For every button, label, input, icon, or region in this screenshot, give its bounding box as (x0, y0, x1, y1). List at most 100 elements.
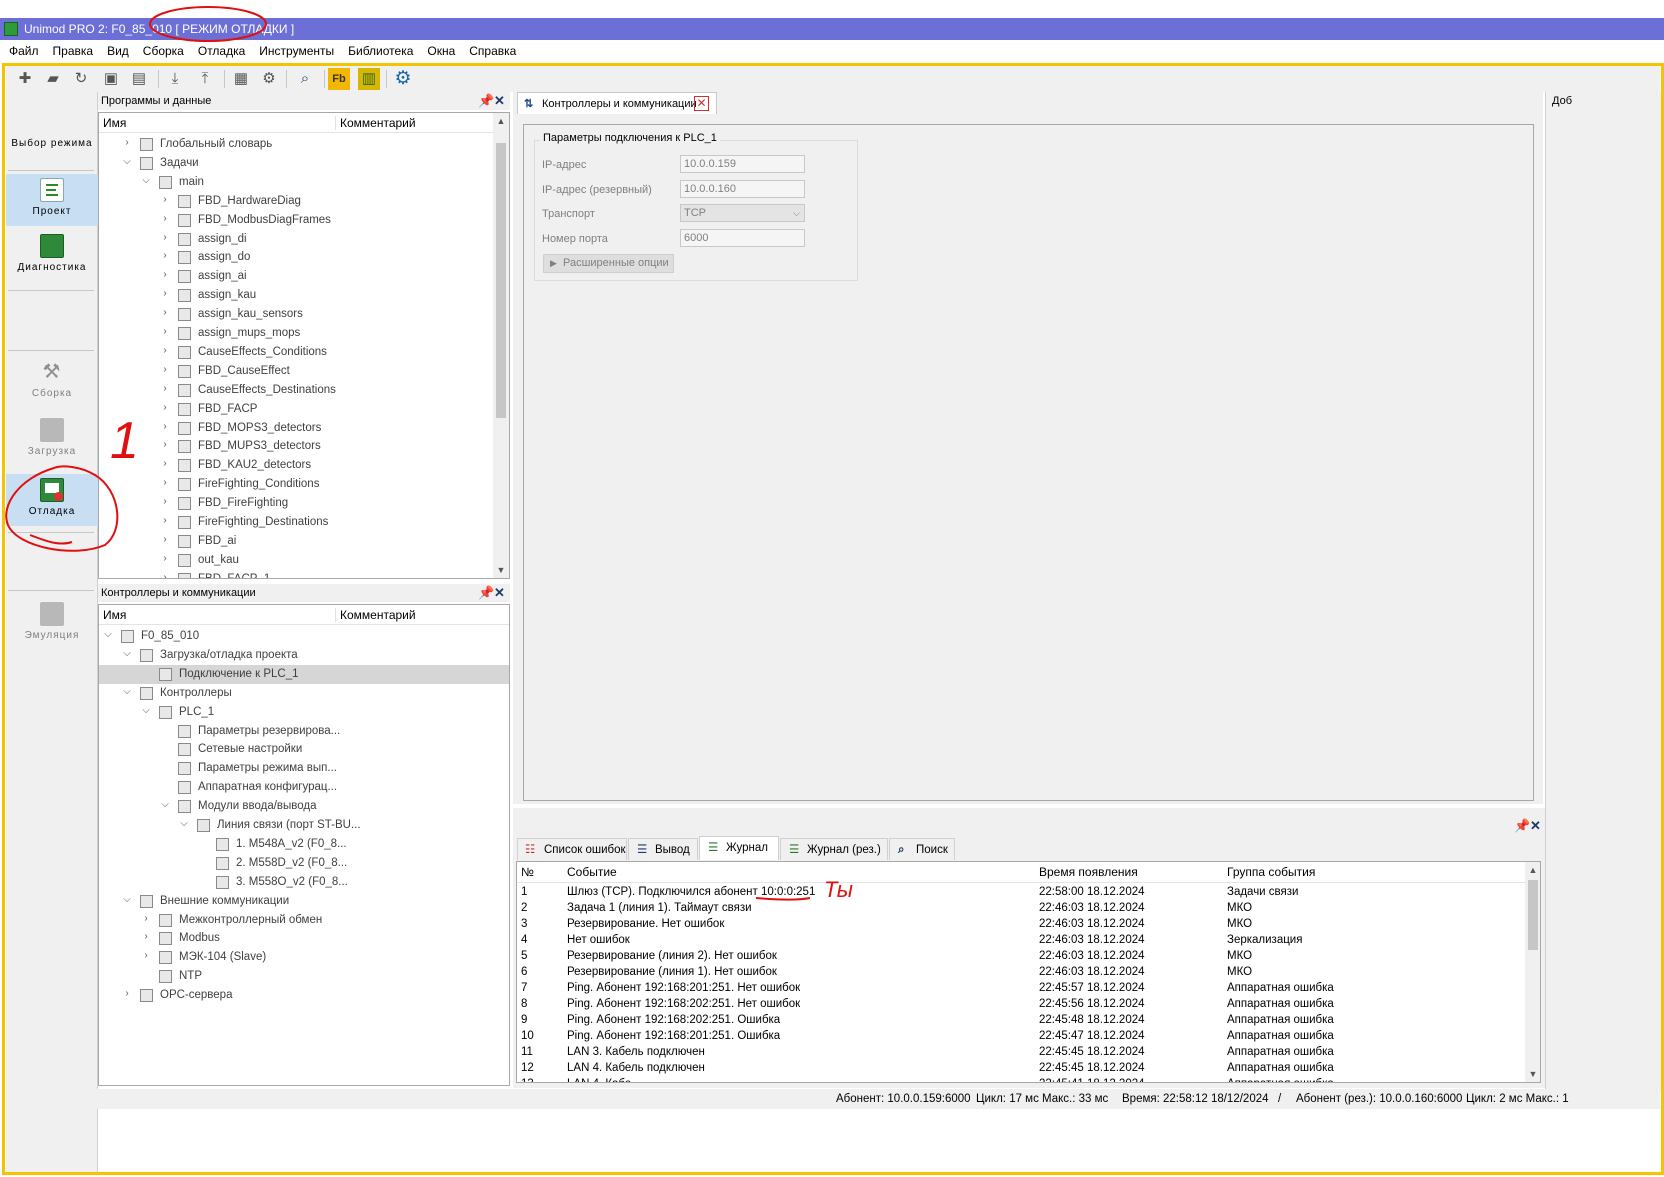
port-field[interactable]: 6000 (680, 229, 805, 247)
chevron-right-icon[interactable]: › (160, 250, 170, 261)
tree-row[interactable]: ⌵ Загрузка/отладка проекта (99, 646, 509, 665)
tab-controllers[interactable]: ⇅ Контроллеры и коммуникации ✕ (517, 92, 717, 114)
tree-row[interactable]: › assign_kau_sensors (99, 305, 509, 324)
column-comment[interactable]: Комментарий (335, 608, 416, 622)
save-all-icon[interactable]: ▤ (128, 68, 150, 90)
tree-row[interactable]: › FBD_FACP (99, 400, 509, 419)
menu-view[interactable]: Вид (100, 40, 136, 62)
chevron-right-icon[interactable]: › (160, 421, 170, 432)
chevron-down-icon[interactable]: ⌵ (122, 686, 132, 697)
library-icon[interactable]: ▥ (358, 68, 380, 90)
tree-row[interactable]: Параметры режима вып... (99, 759, 509, 778)
chevron-right-icon[interactable]: › (160, 326, 170, 337)
tab-journal-backup[interactable]: ☰ Журнал (рез.) (780, 838, 888, 860)
journal-row[interactable]: 3 Резервирование. Нет ошибок 22:46:03 18.1… (517, 916, 1527, 932)
chevron-down-icon[interactable]: ⌵ (122, 156, 132, 167)
menu-debug[interactable]: Отладка (191, 40, 252, 62)
advanced-options-button[interactable]: ▶ Расширенные опции (543, 254, 674, 273)
tree-row[interactable]: 3. M558O_v2 (F0_8... (99, 873, 509, 892)
chevron-right-icon[interactable]: › (160, 515, 170, 526)
mode-project[interactable]: Проект (6, 174, 98, 226)
tree-row[interactable]: › assign_ai (99, 267, 509, 286)
chevron-down-icon[interactable]: ⌵ (179, 818, 189, 829)
tree-row[interactable]: › assign_kau (99, 286, 509, 305)
tree-row[interactable]: › FBD_FireFighting (99, 494, 509, 513)
build-settings-icon[interactable]: ⚙ (258, 68, 280, 90)
column-name[interactable]: Имя (103, 608, 126, 622)
programs-scrollbar[interactable]: ▲ ▼ (493, 113, 509, 578)
tree-row[interactable]: › Modbus (99, 929, 509, 948)
tree-row[interactable]: › FireFighting_Destinations (99, 513, 509, 532)
chevron-down-icon[interactable]: ⌵ (160, 799, 170, 810)
save-icon[interactable]: ▣ (100, 68, 122, 90)
chevron-right-icon[interactable]: › (160, 364, 170, 375)
chevron-right-icon[interactable]: › (160, 534, 170, 545)
menu-file[interactable]: Файл (0, 40, 46, 62)
chevron-right-icon[interactable]: › (160, 458, 170, 469)
mode-download[interactable]: Загрузка (6, 418, 98, 468)
transport-select[interactable]: TCP ⌵ (680, 204, 805, 222)
tree-row[interactable]: › assign_mups_mops (99, 324, 509, 343)
chevron-right-icon[interactable]: › (160, 553, 170, 564)
tree-row[interactable]: Параметры резервирова... (99, 722, 509, 741)
col-number[interactable]: № (521, 865, 534, 879)
pin-icon[interactable]: 📌 (478, 584, 494, 602)
tab-journal[interactable]: ☰ Журнал (699, 836, 779, 860)
journal-row[interactable]: 2 Задача 1 (линия 1). Таймаут связи 22:46:… (517, 900, 1527, 916)
chevron-down-icon[interactable]: ⌵ (122, 648, 132, 659)
pin-icon[interactable]: 📌 (1514, 818, 1530, 834)
tree-row[interactable]: › CauseEffects_Conditions (99, 343, 509, 362)
chevron-right-icon[interactable]: › (160, 269, 170, 280)
mode-emulation[interactable]: Эмуляция (6, 602, 98, 652)
menu-edit[interactable]: Правка (46, 40, 101, 62)
tree-row[interactable]: › FBD_ai (99, 532, 509, 551)
tree-row[interactable]: › FBD_KAU2_detectors (99, 456, 509, 475)
chevron-right-icon[interactable]: › (160, 288, 170, 299)
tab-search[interactable]: ⌕ Поиск (889, 838, 955, 860)
tree-row[interactable]: › FBD_MUPS3_detectors (99, 437, 509, 456)
chevron-right-icon[interactable]: › (141, 931, 151, 942)
menu-library[interactable]: Библиотека (341, 40, 420, 62)
tree-row[interactable]: › Глобальный словарь (99, 135, 509, 154)
gear-icon[interactable]: ⚙ (392, 68, 414, 90)
journal-row[interactable]: 7 Ping. Абонент 192:168:201:251. Нет ошиб… (517, 980, 1527, 996)
refresh-icon[interactable]: ↻ (70, 68, 92, 90)
journal-scrollbar[interactable]: ▲ ▼ (1525, 862, 1540, 1082)
journal-row[interactable]: 11 LAN 3. Кабель подключен 22:45:45 18.12.… (517, 1044, 1527, 1060)
scroll-thumb[interactable] (1528, 880, 1538, 950)
compile-icon[interactable]: ▦ (230, 68, 252, 90)
chevron-down-icon[interactable]: ⌵ (141, 705, 151, 716)
tree-row[interactable]: ⌵ main (99, 173, 509, 192)
journal-row[interactable]: 5 Резервирование (линия 2). Нет ошибок 22:… (517, 948, 1527, 964)
chevron-right-icon[interactable]: › (160, 439, 170, 450)
column-name[interactable]: Имя (103, 116, 126, 130)
tree-row[interactable]: › out_kau (99, 551, 509, 570)
chevron-right-icon[interactable]: › (160, 345, 170, 356)
tree-row[interactable]: ⌵ Модули ввода/вывода (99, 797, 509, 816)
chevron-right-icon[interactable]: › (160, 307, 170, 318)
tree-row[interactable]: › FBD_HardwareDiag (99, 192, 509, 211)
tree-row[interactable]: 1. M548A_v2 (F0_8... (99, 835, 509, 854)
tree-row[interactable]: ⌵ Линия связи (порт ST-BU... (99, 816, 509, 835)
chevron-right-icon[interactable]: › (160, 402, 170, 413)
upload-icon[interactable]: ⤒ (194, 68, 216, 90)
col-group[interactable]: Группа события (1227, 865, 1315, 879)
chevron-right-icon[interactable]: › (160, 213, 170, 224)
journal-row[interactable]: 1 Шлюз (TCP). Подключился абонент 10:0:0:… (517, 884, 1527, 900)
chevron-down-icon[interactable]: ⌵ (103, 629, 113, 640)
menu-help[interactable]: Справка (462, 40, 523, 62)
ip-backup-field[interactable]: 10.0.0.160 (680, 180, 805, 198)
journal-row[interactable]: 13 LAN 4. Кабе... 22:45:41 18.12.2024 Аппар… (517, 1076, 1527, 1082)
tree-row[interactable]: ⌵ F0_85_010 (99, 627, 509, 646)
tree-row[interactable]: › OPC-сервера (99, 986, 509, 1005)
search-icon[interactable]: ⌕ (294, 68, 316, 90)
chevron-right-icon[interactable]: › (160, 383, 170, 394)
tree-row[interactable]: Сетевые настройки (99, 740, 509, 759)
tree-row[interactable]: › FBD_MOPS3_detectors (99, 419, 509, 438)
chevron-down-icon[interactable]: ⌵ (141, 175, 151, 186)
menu-windows[interactable]: Окна (420, 40, 462, 62)
close-icon[interactable]: ✕ (494, 92, 505, 110)
download-icon[interactable]: ⤓ (164, 68, 186, 90)
tree-row[interactable]: › CauseEffects_Destinations (99, 381, 509, 400)
column-comment[interactable]: Комментарий (335, 116, 416, 130)
